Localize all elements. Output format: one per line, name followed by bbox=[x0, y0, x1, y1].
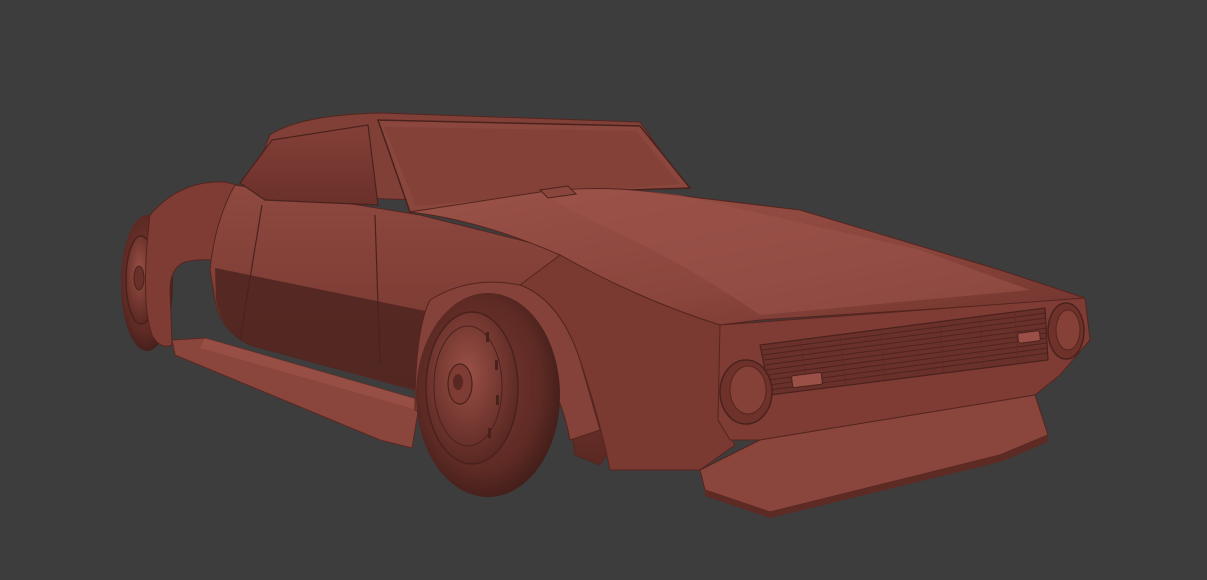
right-headlight bbox=[1047, 302, 1085, 360]
front-wheel bbox=[416, 293, 560, 497]
side-window bbox=[239, 124, 379, 206]
left-headlight bbox=[719, 359, 773, 425]
3d-viewport[interactable] bbox=[0, 0, 1207, 580]
car-render[interactable] bbox=[0, 0, 1207, 580]
right-turn-signal bbox=[1017, 330, 1041, 344]
